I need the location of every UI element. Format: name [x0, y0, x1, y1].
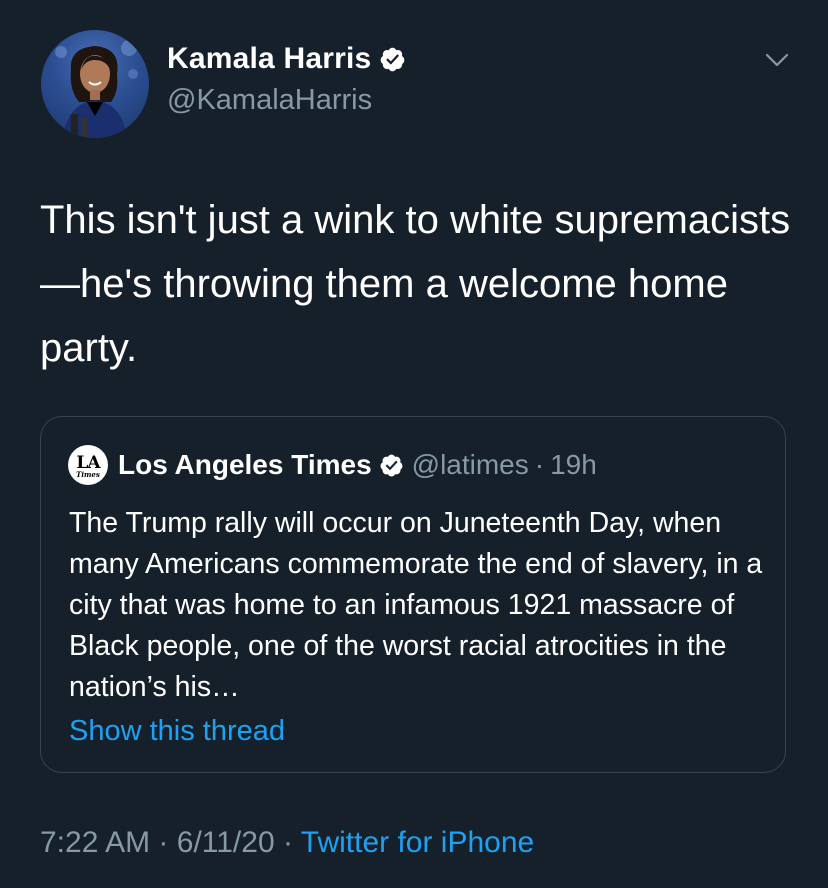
tweet-source-link[interactable]: Twitter for iPhone: [301, 826, 534, 859]
tweet-text: This isn't just a wink to white supremac…: [40, 198, 791, 370]
show-thread-link[interactable]: Show this thread: [69, 715, 285, 748]
quoted-author-name: Los Angeles Times: [118, 449, 372, 480]
quoted-time-ago: 19h: [550, 449, 597, 480]
latimes-avatar: LA Times: [68, 445, 108, 485]
quoted-tweet-card[interactable]: LA Times Los Angeles Times @latimes · 19…: [40, 416, 786, 773]
author-name[interactable]: Kamala Harris: [167, 42, 406, 76]
quoted-tweet-text: The Trump rally will occur on Juneteenth…: [69, 507, 763, 703]
latimes-logo-small: Times: [76, 469, 100, 479]
tweet-detail: Kamala Harris @KamalaHarris This isn't j…: [0, 0, 828, 888]
latimes-logo-big: LA: [76, 452, 100, 473]
chevron-down-icon[interactable]: [764, 50, 790, 70]
avatar-image: [55, 40, 138, 138]
meta-separator: ·: [158, 826, 169, 859]
tweet-metadata: 7:22 AM · 6/11/20 · Twitter for iPhone: [40, 826, 534, 860]
verified-badge-icon: [380, 454, 403, 476]
author-avatar[interactable]: [41, 30, 149, 138]
author-handle[interactable]: @KamalaHarris: [167, 84, 372, 117]
quoted-tweet-header: LA Times Los Angeles Times @latimes · 19…: [68, 445, 597, 485]
tweet-date: 6/11/20: [176, 826, 275, 859]
meta-separator: ·: [282, 826, 293, 859]
quoted-separator: ·: [534, 449, 545, 480]
verified-badge-icon: [381, 47, 405, 71]
quoted-author-handle: @latimes: [411, 449, 529, 480]
author-name-text: Kamala Harris: [167, 42, 372, 75]
tweet-time: 7:22 AM: [40, 826, 151, 859]
